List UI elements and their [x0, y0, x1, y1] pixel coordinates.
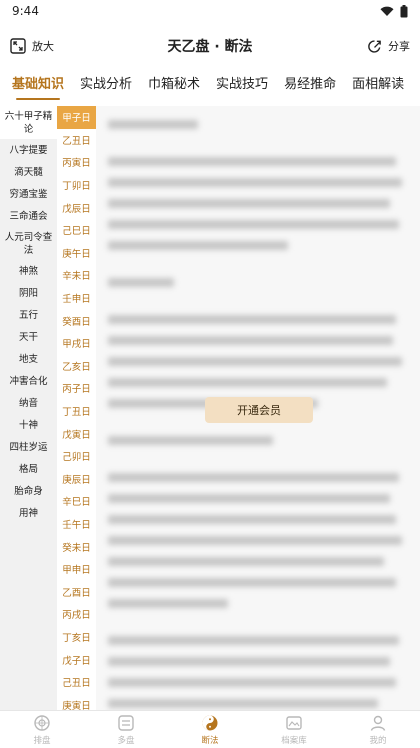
day-item-12[interactable]: 丙子日 — [57, 377, 96, 400]
open-membership-button[interactable]: 开通会员 — [205, 397, 313, 423]
page-title: 天乙盘 · 断法 — [167, 39, 253, 55]
bottom-navigation: 排盘 多盘 断法 档案库 我的 — [0, 710, 420, 748]
tab-1[interactable]: 实战分析 — [72, 70, 140, 100]
sidebar-item-0[interactable]: 六十甲子精论 — [0, 106, 57, 139]
wifi-icon — [380, 6, 394, 16]
sidebar-item-6[interactable]: 神煞 — [0, 260, 57, 282]
day-item-16[interactable]: 庚辰日 — [57, 468, 96, 491]
tab-4[interactable]: 易经推命 — [276, 70, 344, 100]
grid-icon — [118, 714, 134, 731]
nav-item-3[interactable]: 档案库 — [252, 711, 336, 748]
tab-2[interactable]: 巾箱秘术 — [140, 70, 208, 100]
day-item-13[interactable]: 丁丑日 — [57, 400, 96, 423]
day-item-3[interactable]: 丁卯日 — [57, 174, 96, 197]
nav-item-4[interactable]: 我的 — [336, 711, 420, 748]
compass-icon — [34, 714, 50, 731]
day-item-11[interactable]: 乙亥日 — [57, 355, 96, 378]
day-item-20[interactable]: 甲申日 — [57, 558, 96, 581]
day-item-26[interactable]: 庚寅日 — [57, 693, 96, 710]
status-time: 9:44 — [12, 4, 39, 18]
sidebar-item-3[interactable]: 穷通宝鉴 — [0, 183, 57, 205]
sidebar-item-17[interactable]: 用神 — [0, 502, 57, 524]
share-button[interactable]: 分享 — [367, 38, 410, 54]
nav-item-0[interactable]: 排盘 — [0, 711, 84, 748]
day-item-10[interactable]: 甲戌日 — [57, 332, 96, 355]
nav-item-2[interactable]: 断法 — [168, 711, 252, 748]
day-item-25[interactable]: 己丑日 — [57, 671, 96, 694]
user-icon — [370, 715, 386, 731]
status-bar: 9:44 — [0, 0, 420, 22]
nav-label: 档案库 — [281, 735, 307, 746]
day-item-1[interactable]: 乙丑日 — [57, 129, 96, 152]
day-item-7[interactable]: 辛未日 — [57, 264, 96, 287]
nav-label: 多盘 — [117, 735, 135, 746]
day-item-5[interactable]: 己巳日 — [57, 219, 96, 242]
day-item-4[interactable]: 戊辰日 — [57, 196, 96, 219]
sidebar-item-2[interactable]: 滴天髓 — [0, 161, 57, 183]
sidebar-item-13[interactable]: 十神 — [0, 414, 57, 436]
day-item-9[interactable]: 癸酉日 — [57, 309, 96, 332]
sidebar-item-8[interactable]: 五行 — [0, 304, 57, 326]
day-item-22[interactable]: 丙戌日 — [57, 603, 96, 626]
expand-icon — [10, 38, 26, 54]
day-item-17[interactable]: 辛巳日 — [57, 490, 96, 513]
day-item-23[interactable]: 丁亥日 — [57, 626, 96, 649]
sidebar-item-4[interactable]: 三命通会 — [0, 205, 57, 227]
nav-label: 我的 — [369, 735, 387, 746]
share-icon — [368, 39, 381, 53]
header-bar: 放大 天乙盘 · 断法 分享 — [0, 30, 420, 62]
day-item-8[interactable]: 壬申日 — [57, 287, 96, 310]
sidebar-item-14[interactable]: 四柱岁运 — [0, 436, 57, 458]
sidebar-item-16[interactable]: 胎命身 — [0, 480, 57, 502]
zoom-label: 放大 — [32, 40, 54, 53]
sidebar-item-5[interactable]: 人元司令查法 — [0, 227, 57, 260]
tab-6[interactable]: 化解知识 — [412, 70, 420, 100]
sidebar-item-9[interactable]: 天干 — [0, 326, 57, 348]
day-item-2[interactable]: 丙寅日 — [57, 151, 96, 174]
tab-3[interactable]: 实战技巧 — [208, 70, 276, 100]
category-tabs: 基础知识实战分析巾箱秘术实战技巧易经推命面相解读化解知识 — [0, 68, 420, 102]
sidebar-item-15[interactable]: 格局 — [0, 458, 57, 480]
archive-icon — [286, 715, 302, 730]
day-item-6[interactable]: 庚午日 — [57, 242, 96, 265]
sidebar-item-1[interactable]: 八字提要 — [0, 139, 57, 161]
zoom-button[interactable]: 放大 — [10, 38, 54, 54]
nav-label: 断法 — [201, 735, 219, 746]
day-item-0[interactable]: 甲子日 — [57, 106, 96, 129]
nav-label: 排盘 — [33, 735, 51, 746]
nav-item-1[interactable]: 多盘 — [84, 711, 168, 748]
sidebar-item-12[interactable]: 纳音 — [0, 392, 57, 414]
share-label: 分享 — [388, 40, 410, 53]
day-item-14[interactable]: 戊寅日 — [57, 422, 96, 445]
category-sidebar: 六十甲子精论 八字提要 滴天髓 穷通宝鉴 三命通会 人元司令查法 神煞 阴阳 五行 天干 地支 冲害合… — [0, 106, 57, 710]
day-item-15[interactable]: 己卯日 — [57, 445, 96, 468]
day-item-18[interactable]: 壬午日 — [57, 513, 96, 536]
battery-icon — [400, 4, 408, 17]
day-list: 甲子日 乙丑日 丙寅日 丁卯日 戊辰日 己巳日 庚午日 辛未日 壬申日 癸酉日 甲戌日 乙亥日 丙子日丁… — [57, 106, 96, 710]
taiji-icon — [202, 715, 218, 730]
sidebar-item-10[interactable]: 地支 — [0, 348, 57, 370]
sidebar-item-11[interactable]: 冲害合化 — [0, 370, 57, 392]
sidebar-item-7[interactable]: 阴阳 — [0, 282, 57, 304]
tab-0[interactable]: 基础知识 — [4, 70, 72, 100]
day-item-19[interactable]: 癸未日 — [57, 535, 96, 558]
day-item-24[interactable]: 戊子日 — [57, 648, 96, 671]
tab-5[interactable]: 面相解读 — [344, 70, 412, 100]
day-item-21[interactable]: 乙酉日 — [57, 580, 96, 603]
